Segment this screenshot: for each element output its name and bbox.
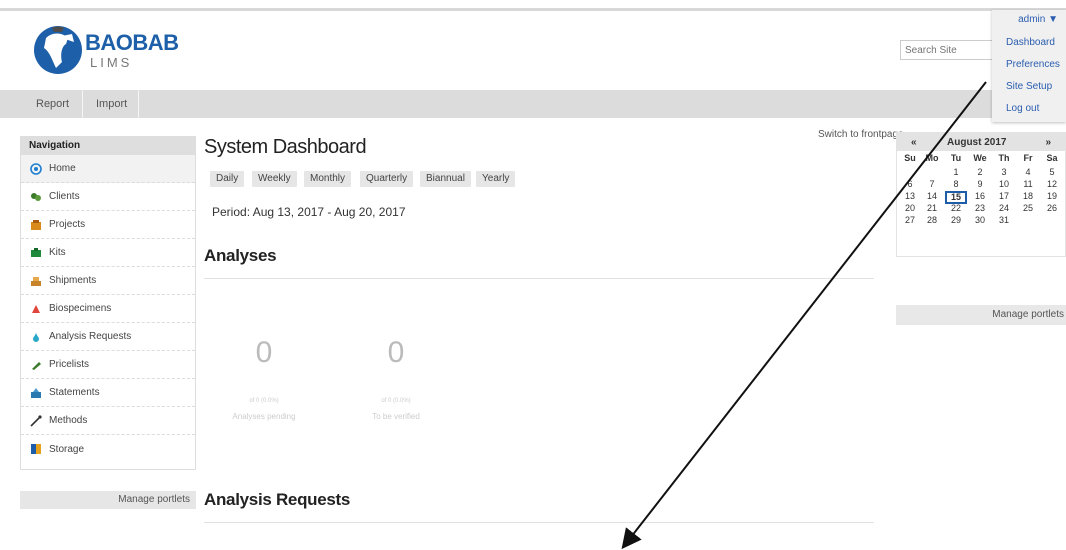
annotation-arrow: [621, 81, 987, 550]
